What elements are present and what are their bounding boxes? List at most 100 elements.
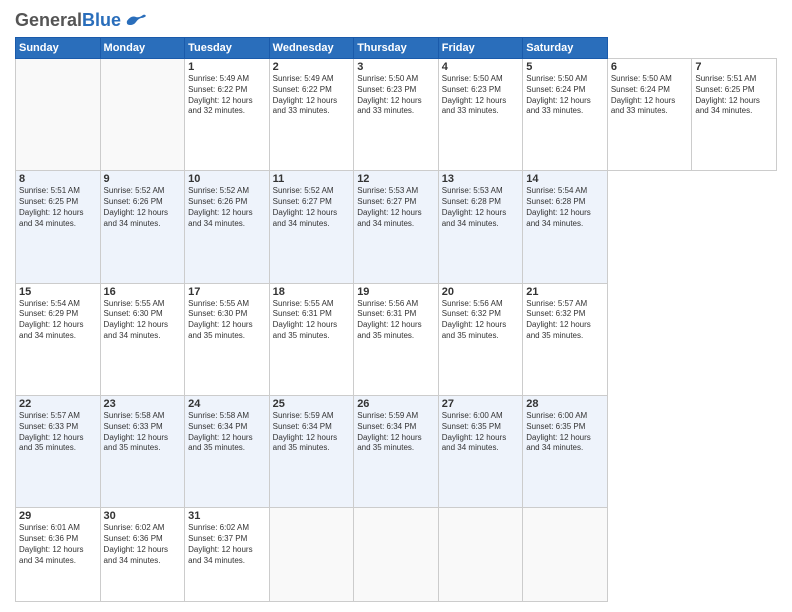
empty-cell: [16, 59, 101, 171]
day-number: 29: [19, 510, 97, 522]
logo-general: General: [15, 10, 82, 30]
day-number: 28: [526, 398, 604, 410]
day-cell-25: 25Sunrise: 5:59 AMSunset: 6:34 PMDayligh…: [269, 396, 354, 508]
day-info: Sunrise: 5:56 AMSunset: 6:32 PMDaylight:…: [442, 299, 520, 342]
day-cell-10: 10Sunrise: 5:52 AMSunset: 6:26 PMDayligh…: [185, 171, 270, 283]
day-cell-14: 14Sunrise: 5:54 AMSunset: 6:28 PMDayligh…: [523, 171, 608, 283]
header: GeneralBlue: [15, 10, 777, 31]
empty-cell: [269, 508, 354, 602]
day-number: 6: [611, 61, 689, 73]
day-info: Sunrise: 5:52 AMSunset: 6:26 PMDaylight:…: [188, 186, 266, 229]
day-cell-27: 27Sunrise: 6:00 AMSunset: 6:35 PMDayligh…: [438, 396, 523, 508]
day-cell-23: 23Sunrise: 5:58 AMSunset: 6:33 PMDayligh…: [100, 396, 185, 508]
day-header-monday: Monday: [100, 38, 185, 59]
logo-blue: Blue: [82, 10, 121, 30]
day-info: Sunrise: 5:57 AMSunset: 6:32 PMDaylight:…: [526, 299, 604, 342]
calendar-table: SundayMondayTuesdayWednesdayThursdayFrid…: [15, 37, 777, 602]
day-info: Sunrise: 5:55 AMSunset: 6:30 PMDaylight:…: [104, 299, 182, 342]
day-info: Sunrise: 6:02 AMSunset: 6:36 PMDaylight:…: [104, 523, 182, 566]
day-number: 10: [188, 173, 266, 185]
day-info: Sunrise: 5:58 AMSunset: 6:34 PMDaylight:…: [188, 411, 266, 454]
day-cell-6: 6Sunrise: 5:50 AMSunset: 6:24 PMDaylight…: [607, 59, 692, 171]
day-number: 30: [104, 510, 182, 522]
day-number: 13: [442, 173, 520, 185]
day-number: 15: [19, 286, 97, 298]
empty-cell: [438, 508, 523, 602]
week-row-2: 8Sunrise: 5:51 AMSunset: 6:25 PMDaylight…: [16, 171, 777, 283]
day-header-sunday: Sunday: [16, 38, 101, 59]
day-info: Sunrise: 5:54 AMSunset: 6:29 PMDaylight:…: [19, 299, 97, 342]
day-info: Sunrise: 5:50 AMSunset: 6:23 PMDaylight:…: [357, 74, 435, 117]
day-cell-12: 12Sunrise: 5:53 AMSunset: 6:27 PMDayligh…: [354, 171, 439, 283]
day-number: 23: [104, 398, 182, 410]
day-info: Sunrise: 5:56 AMSunset: 6:31 PMDaylight:…: [357, 299, 435, 342]
day-number: 18: [273, 286, 351, 298]
day-number: 26: [357, 398, 435, 410]
week-row-5: 29Sunrise: 6:01 AMSunset: 6:36 PMDayligh…: [16, 508, 777, 602]
day-info: Sunrise: 5:50 AMSunset: 6:23 PMDaylight:…: [442, 74, 520, 117]
day-cell-3: 3Sunrise: 5:50 AMSunset: 6:23 PMDaylight…: [354, 59, 439, 171]
day-info: Sunrise: 5:59 AMSunset: 6:34 PMDaylight:…: [273, 411, 351, 454]
day-info: Sunrise: 5:58 AMSunset: 6:33 PMDaylight:…: [104, 411, 182, 454]
day-number: 4: [442, 61, 520, 73]
day-number: 19: [357, 286, 435, 298]
day-info: Sunrise: 5:59 AMSunset: 6:34 PMDaylight:…: [357, 411, 435, 454]
day-info: Sunrise: 5:52 AMSunset: 6:27 PMDaylight:…: [273, 186, 351, 229]
day-cell-13: 13Sunrise: 5:53 AMSunset: 6:28 PMDayligh…: [438, 171, 523, 283]
day-cell-15: 15Sunrise: 5:54 AMSunset: 6:29 PMDayligh…: [16, 283, 101, 395]
day-number: 1: [188, 61, 266, 73]
week-row-1: 1Sunrise: 5:49 AMSunset: 6:22 PMDaylight…: [16, 59, 777, 171]
empty-cell: [523, 508, 608, 602]
day-cell-17: 17Sunrise: 5:55 AMSunset: 6:30 PMDayligh…: [185, 283, 270, 395]
day-info: Sunrise: 6:01 AMSunset: 6:36 PMDaylight:…: [19, 523, 97, 566]
day-cell-29: 29Sunrise: 6:01 AMSunset: 6:36 PMDayligh…: [16, 508, 101, 602]
day-number: 17: [188, 286, 266, 298]
day-info: Sunrise: 5:54 AMSunset: 6:28 PMDaylight:…: [526, 186, 604, 229]
day-number: 20: [442, 286, 520, 298]
day-info: Sunrise: 5:50 AMSunset: 6:24 PMDaylight:…: [611, 74, 689, 117]
day-cell-19: 19Sunrise: 5:56 AMSunset: 6:31 PMDayligh…: [354, 283, 439, 395]
day-number: 12: [357, 173, 435, 185]
day-number: 8: [19, 173, 97, 185]
day-number: 3: [357, 61, 435, 73]
day-header-thursday: Thursday: [354, 38, 439, 59]
day-number: 27: [442, 398, 520, 410]
day-info: Sunrise: 5:51 AMSunset: 6:25 PMDaylight:…: [695, 74, 773, 117]
day-cell-1: 1Sunrise: 5:49 AMSunset: 6:22 PMDaylight…: [185, 59, 270, 171]
day-info: Sunrise: 5:52 AMSunset: 6:26 PMDaylight:…: [104, 186, 182, 229]
day-number: 2: [273, 61, 351, 73]
day-info: Sunrise: 5:53 AMSunset: 6:27 PMDaylight:…: [357, 186, 435, 229]
day-info: Sunrise: 5:49 AMSunset: 6:22 PMDaylight:…: [273, 74, 351, 117]
day-cell-18: 18Sunrise: 5:55 AMSunset: 6:31 PMDayligh…: [269, 283, 354, 395]
day-number: 25: [273, 398, 351, 410]
day-cell-9: 9Sunrise: 5:52 AMSunset: 6:26 PMDaylight…: [100, 171, 185, 283]
week-row-3: 15Sunrise: 5:54 AMSunset: 6:29 PMDayligh…: [16, 283, 777, 395]
day-header-wednesday: Wednesday: [269, 38, 354, 59]
day-header-tuesday: Tuesday: [185, 38, 270, 59]
empty-cell: [354, 508, 439, 602]
day-cell-11: 11Sunrise: 5:52 AMSunset: 6:27 PMDayligh…: [269, 171, 354, 283]
day-cell-20: 20Sunrise: 5:56 AMSunset: 6:32 PMDayligh…: [438, 283, 523, 395]
day-number: 14: [526, 173, 604, 185]
day-number: 21: [526, 286, 604, 298]
day-cell-24: 24Sunrise: 5:58 AMSunset: 6:34 PMDayligh…: [185, 396, 270, 508]
day-info: Sunrise: 5:51 AMSunset: 6:25 PMDaylight:…: [19, 186, 97, 229]
day-cell-30: 30Sunrise: 6:02 AMSunset: 6:36 PMDayligh…: [100, 508, 185, 602]
days-header-row: SundayMondayTuesdayWednesdayThursdayFrid…: [16, 38, 777, 59]
day-cell-4: 4Sunrise: 5:50 AMSunset: 6:23 PMDaylight…: [438, 59, 523, 171]
day-info: Sunrise: 5:57 AMSunset: 6:33 PMDaylight:…: [19, 411, 97, 454]
day-header-friday: Friday: [438, 38, 523, 59]
week-row-4: 22Sunrise: 5:57 AMSunset: 6:33 PMDayligh…: [16, 396, 777, 508]
day-cell-22: 22Sunrise: 5:57 AMSunset: 6:33 PMDayligh…: [16, 396, 101, 508]
day-cell-5: 5Sunrise: 5:50 AMSunset: 6:24 PMDaylight…: [523, 59, 608, 171]
empty-cell: [100, 59, 185, 171]
day-info: Sunrise: 5:49 AMSunset: 6:22 PMDaylight:…: [188, 74, 266, 117]
day-info: Sunrise: 5:53 AMSunset: 6:28 PMDaylight:…: [442, 186, 520, 229]
day-number: 5: [526, 61, 604, 73]
day-cell-8: 8Sunrise: 5:51 AMSunset: 6:25 PMDaylight…: [16, 171, 101, 283]
day-number: 7: [695, 61, 773, 73]
day-header-saturday: Saturday: [523, 38, 608, 59]
logo-bird-icon: [125, 13, 147, 29]
day-info: Sunrise: 5:55 AMSunset: 6:30 PMDaylight:…: [188, 299, 266, 342]
day-info: Sunrise: 6:00 AMSunset: 6:35 PMDaylight:…: [526, 411, 604, 454]
